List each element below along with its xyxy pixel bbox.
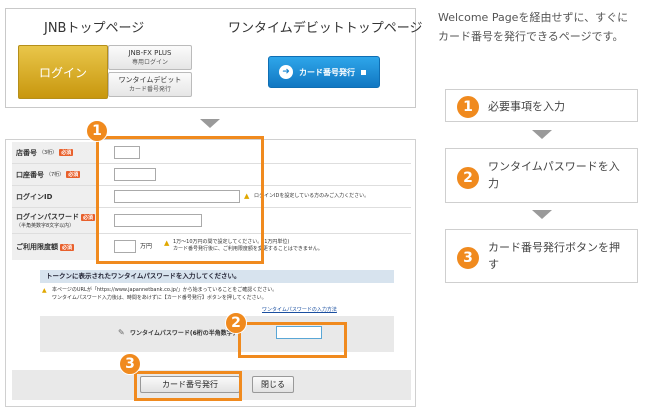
required-badge: 必須 [60,243,75,251]
account-label-text: 口座番号 [16,170,44,179]
step-badge-1: 1 [86,120,108,142]
step-box-2: 2 ワンタイムパスワードを入力 [445,148,638,203]
fx-plus-label: JNB-FX PLUS [128,48,172,57]
step-badge-3: 3 [119,353,141,375]
login-id-label-text: ログインID [16,192,53,201]
otp-note-1: 本ページのURLが「https://www.japannetbank.co.jp… [52,287,278,293]
pen-icon: ✎ [118,328,125,337]
warning-icon: ▲ [42,287,47,294]
required-badge: 必須 [66,171,81,178]
onetime-top-title: ワンタイムデビットトップページ [228,21,423,36]
step-text-3: カード番号発行ボタンを押す [488,241,620,271]
intro-text: Welcome Pageを経由せずに、すぐにカード番号を発行できるページです。 [438,11,629,43]
jnb-top-title: JNBトップページ [44,21,145,36]
step-box-1: 1 必要事項を入力 [445,89,638,122]
highlight-step-1 [96,136,264,264]
step-badge-2: 2 [225,312,247,334]
step-number-3: 3 [456,246,480,270]
square-icon [361,69,366,75]
fx-plus-login-button[interactable]: JNB-FX PLUS 専用ログイン [108,45,192,70]
required-badge: 必須 [59,149,74,156]
step-text-1: 必要事項を入力 [488,100,565,113]
fx-plus-sub: 専用ログイン [131,58,168,66]
down-arrow-icon [532,210,552,219]
otp-header: トークンに表示されたワンタイムパスワードを入力してください。 [40,270,394,283]
arrow-right-icon: ➜ [279,65,293,79]
otp-note-2: ワンタイムパスワード入力後は、時間をあけずに【カード番号発行】ボタンを押してくだ… [52,295,267,301]
otp-label: ワンタイムパスワード(6桁の半角数字) [130,330,236,337]
issue-form-panel: 店番号 （3桁） 必須 口座番号 （7桁） 必須 ログインID ▲ ログインID… [5,120,416,407]
limit-label-text: ご利用限度額 [16,243,58,251]
account-hint: （7桁） [46,172,65,178]
required-badge: 必須 [81,214,96,221]
login-id-note: ログインIDを設定している方のみご入力ください。 [254,193,370,199]
card-issue-top-label: カード番号発行 [299,67,355,77]
otp-howto-link-text: ワンタイムパスワードの入力方法 [262,307,337,313]
down-arrow-icon [532,130,552,139]
close-button[interactable]: 閉じる [252,376,294,393]
password-label: ログインパスワード 必須 （半角英数字8文字以内） [12,208,98,233]
branch-hint: （3桁） [39,150,58,156]
login-id-label: ログインID [12,186,98,207]
card-issue-top-button[interactable]: ➜ カード番号発行 [268,56,380,88]
step-box-3: 3 カード番号発行ボタンを押す [445,229,638,283]
down-arrow-icon [200,119,220,128]
branch-label: 店番号 （3桁） 必須 [12,142,98,163]
highlight-step-3 [134,371,242,401]
otp-howto-link[interactable]: ワンタイムパスワードの入力方法 [262,307,337,314]
step-number-2: 2 [456,166,480,190]
branch-label-text: 店番号 [16,148,37,157]
onetime-debit-label: ワンタイムデビット [118,75,182,84]
password-label-text: ログインパスワード [16,213,79,221]
onetime-debit-button[interactable]: ワンタイムデビット カード番号発行 [108,72,192,97]
top-links-panel: JNBトップページ ワンタイムデビットトップページ ログイン JNB-FX PL… [5,8,422,108]
step-text-2: ワンタイムパスワードを入力 [488,160,620,190]
account-label: 口座番号 （7桁） 必須 [12,164,98,185]
password-hint: （半角英数字8文字以内） [16,223,75,229]
login-button[interactable]: ログイン [18,45,108,99]
onetime-debit-sub: カード番号発行 [128,85,171,93]
step-number-1: 1 [456,95,480,119]
limit-label: ご利用限度額 必須 [12,234,98,260]
otp-section: トークンに表示されたワンタイムパスワードを入力してください。 ▲ 本ページのUR… [12,266,411,369]
highlight-step-2 [238,322,347,358]
